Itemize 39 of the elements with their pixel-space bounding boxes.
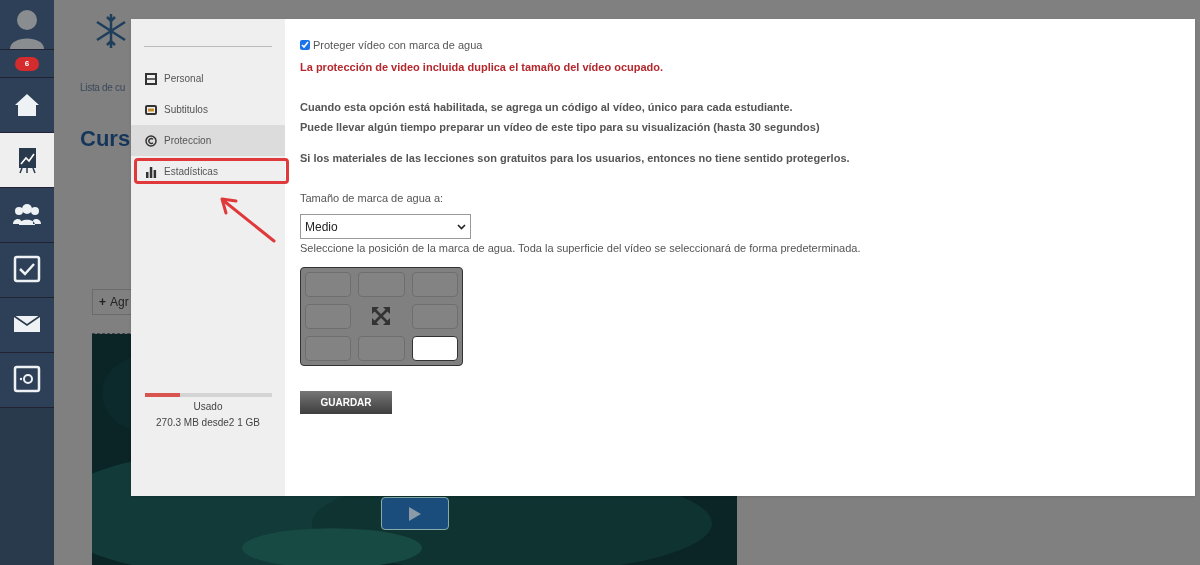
page-title: Curs <box>80 126 131 151</box>
note-text: Si los materiales de las lecciones son gratuitos para los usuarios, entonces no tiene sentido protegerlos. <box>300 151 850 166</box>
info-text: Puede llevar algún tiempo preparar un vídeo de este tipo para su visualización (hasta 30 segundos) <box>300 119 820 135</box>
checkbox-icon <box>13 255 41 285</box>
expand-icon <box>371 306 392 326</box>
film-icon <box>145 72 157 85</box>
info-text: Cuando esta opción está habilitada, se agrega un código al vídeo, único para cada estudiante. <box>300 100 794 115</box>
play-button[interactable] <box>381 497 449 530</box>
avatar-icon[interactable] <box>8 7 46 49</box>
bar-chart-icon <box>145 165 157 178</box>
protect-checkbox[interactable] <box>300 40 310 51</box>
nav-item[interactable] <box>0 243 54 298</box>
copyright-icon <box>145 134 157 147</box>
menu-item[interactable]: Subtitulos <box>131 94 285 125</box>
pointer-arrow <box>218 196 278 244</box>
warning-text: La protección de video incluida duplica el tamaño del vídeo ocupado. <box>300 59 664 75</box>
nav-item[interactable] <box>0 78 54 133</box>
menu-item[interactable]: Proteccion <box>131 125 285 156</box>
play-icon <box>409 506 421 521</box>
plus-icon: + <box>99 293 106 311</box>
protect-label[interactable]: Proteger vídeo con marca de agua <box>313 37 483 54</box>
size-label: Tamaño de marca de agua a: <box>300 190 444 206</box>
save-button[interactable]: GUARDAR <box>300 390 392 414</box>
nav-item[interactable] <box>0 298 54 353</box>
menu-item[interactable]: Personal <box>131 63 285 94</box>
captions-icon <box>145 103 157 116</box>
notification-badge: 6 <box>15 56 39 71</box>
safe-icon <box>13 365 41 395</box>
nav-item[interactable] <box>0 133 54 188</box>
nav-item[interactable] <box>0 188 54 243</box>
size-select[interactable]: Medio <box>300 214 471 239</box>
menu-item[interactable]: Estadísticas <box>131 156 285 187</box>
snowflake-icon <box>94 12 128 50</box>
storage-label: Usado <box>193 400 223 414</box>
storage-reading: 270.3 MB desde2 1 GB <box>156 416 260 430</box>
position-cell[interactable] <box>411 335 458 361</box>
position-help-text: Seleccione la posición de la marca de agua. Toda la superficie del vídeo se seleccionará de forma predeterminada. <box>300 241 861 256</box>
chevron-down-icon <box>457 223 466 230</box>
nav-item[interactable] <box>0 353 54 408</box>
